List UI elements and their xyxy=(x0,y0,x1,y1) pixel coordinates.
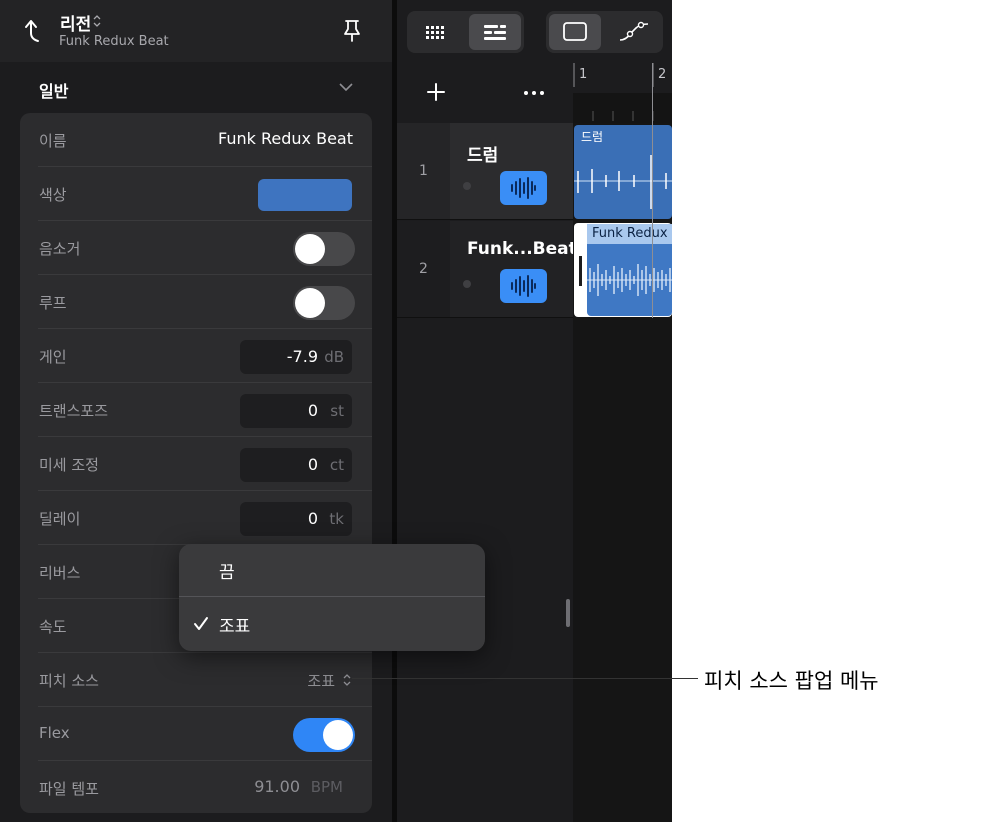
row-pitch-source: 피치 소스 조표 xyxy=(20,653,372,707)
automation-button[interactable] xyxy=(608,14,660,50)
gain-field[interactable]: -7.9 dB xyxy=(240,340,352,374)
fine-tune-unit: ct xyxy=(329,456,344,474)
pitch-source-popup-menu: 끔 조표 xyxy=(179,544,485,651)
row-file-tempo: 파일 템포 91.00 BPM xyxy=(20,761,372,815)
row-label: 트랜스포즈 xyxy=(39,402,109,420)
waveform-icon xyxy=(511,177,536,199)
track-number: 2 xyxy=(397,221,450,317)
row-delay: 딜레이 0 tk xyxy=(20,491,372,545)
track-headers: 1 드럼 2 Funk...Beat xyxy=(397,63,577,822)
playhead[interactable] xyxy=(652,63,653,318)
row-name[interactable]: 이름 Funk Redux Beat xyxy=(20,113,372,167)
track-number: 1 xyxy=(397,123,450,219)
scroll-handle[interactable] xyxy=(566,599,570,627)
gain-value: -7.9 xyxy=(286,347,318,366)
inspector-title[interactable]: 리전 xyxy=(60,10,91,35)
flex-toggle[interactable] xyxy=(293,718,355,752)
ruler-ticks xyxy=(573,63,672,123)
chevron-updown-icon[interactable] xyxy=(342,673,352,687)
tracks-view-button[interactable] xyxy=(469,14,521,50)
file-tempo-unit: BPM xyxy=(310,778,343,796)
grid-icon xyxy=(426,26,444,39)
row-label: 딜레이 xyxy=(39,510,81,528)
back-arrow-icon[interactable] xyxy=(22,19,44,43)
grid-view-button[interactable] xyxy=(410,14,462,50)
track-name: 드럼 xyxy=(467,146,499,166)
bar-ruler[interactable]: 1 2 xyxy=(573,63,672,123)
transpose-value: 0 xyxy=(307,401,318,420)
popup-item-off[interactable]: 끔 xyxy=(179,544,485,597)
callout-line xyxy=(352,678,698,679)
name-value[interactable]: Funk Redux Beat xyxy=(218,129,353,148)
popup-item-label: 조표 xyxy=(219,617,251,637)
loop-toggle[interactable] xyxy=(293,286,355,320)
row-label: 루프 xyxy=(39,294,67,312)
row-gain: 게인 -7.9 dB xyxy=(20,329,372,383)
row-label: 리버스 xyxy=(39,564,81,582)
row-flex: Flex xyxy=(20,707,372,761)
waveform-icon xyxy=(511,275,536,297)
row-transpose: 트랜스포즈 0 st xyxy=(20,383,372,437)
pitch-source-popup-button[interactable]: 조표 xyxy=(307,670,335,691)
track-status-dot xyxy=(463,280,471,288)
fine-tune-field[interactable]: 0 ct xyxy=(240,448,352,482)
fine-tune-value: 0 xyxy=(307,455,318,474)
chevron-down-icon[interactable] xyxy=(338,82,354,92)
inspector-subtitle: Funk Redux Beat xyxy=(59,34,169,49)
track-name: Funk...Beat xyxy=(467,239,577,259)
section-title: 일반 xyxy=(39,82,69,101)
delay-field[interactable]: 0 tk xyxy=(240,502,352,536)
editor-group xyxy=(546,11,663,53)
row-mute: 음소거 xyxy=(20,221,372,275)
row-loop: 루프 xyxy=(20,275,372,329)
track-status-dot xyxy=(463,182,471,190)
pin-icon[interactable] xyxy=(342,19,362,43)
inspector-button[interactable] xyxy=(549,14,601,50)
track-header[interactable]: 2 Funk...Beat xyxy=(397,221,577,318)
callout-label: 피치 소스 팝업 메뉴 xyxy=(704,669,879,693)
tracks-toolbar xyxy=(397,0,672,63)
chevron-updown-icon[interactable] xyxy=(92,14,102,28)
region-waveform xyxy=(574,155,672,209)
plus-icon[interactable] xyxy=(427,83,445,101)
track-header[interactable]: 1 드럼 xyxy=(397,123,573,220)
delay-unit: tk xyxy=(329,510,344,528)
popup-item-label: 끔 xyxy=(219,563,235,583)
row-label: Flex xyxy=(39,724,70,742)
row-label: 파일 템포 xyxy=(39,780,99,798)
delay-value: 0 xyxy=(307,509,318,528)
region-label: Funk Redux xyxy=(592,226,668,241)
row-label: 속도 xyxy=(39,618,67,636)
inspector-header: 리전 Funk Redux Beat xyxy=(0,0,392,62)
view-mode-group xyxy=(407,11,524,53)
row-label: 게인 xyxy=(39,348,67,366)
automation-curve-icon xyxy=(619,21,649,41)
transpose-unit: st xyxy=(330,402,344,420)
section-header-general[interactable]: 일반 xyxy=(0,62,392,114)
row-color: 색상 xyxy=(20,167,372,221)
window-icon xyxy=(563,22,587,41)
checkmark-icon xyxy=(194,617,208,630)
row-label: 미세 조정 xyxy=(39,456,99,474)
row-label: 색상 xyxy=(39,186,67,204)
row-label: 음소거 xyxy=(39,240,81,258)
tracks-list-icon xyxy=(484,25,506,40)
gain-unit: dB xyxy=(324,348,344,366)
logic-app-window: 리전 Funk Redux Beat 일반 이름 Funk Redux Beat… xyxy=(0,0,672,822)
row-fine-tune: 미세 조정 0 ct xyxy=(20,437,372,491)
region-drums[interactable]: 드럼 xyxy=(574,125,672,219)
region-trim-handle[interactable] xyxy=(579,256,582,286)
mute-toggle[interactable] xyxy=(293,232,355,266)
color-swatch-button[interactable] xyxy=(258,179,352,211)
transpose-field[interactable]: 0 st xyxy=(240,394,352,428)
row-label: 피치 소스 xyxy=(39,672,99,690)
audio-track-icon[interactable] xyxy=(500,269,547,303)
track-header-toolbar xyxy=(397,63,573,123)
audio-track-icon[interactable] xyxy=(500,171,547,205)
file-tempo-value: 91.00 xyxy=(254,777,300,796)
row-label: 이름 xyxy=(39,132,67,150)
popup-item-key-signature[interactable]: 조표 xyxy=(179,598,485,651)
more-icon[interactable] xyxy=(523,90,545,96)
